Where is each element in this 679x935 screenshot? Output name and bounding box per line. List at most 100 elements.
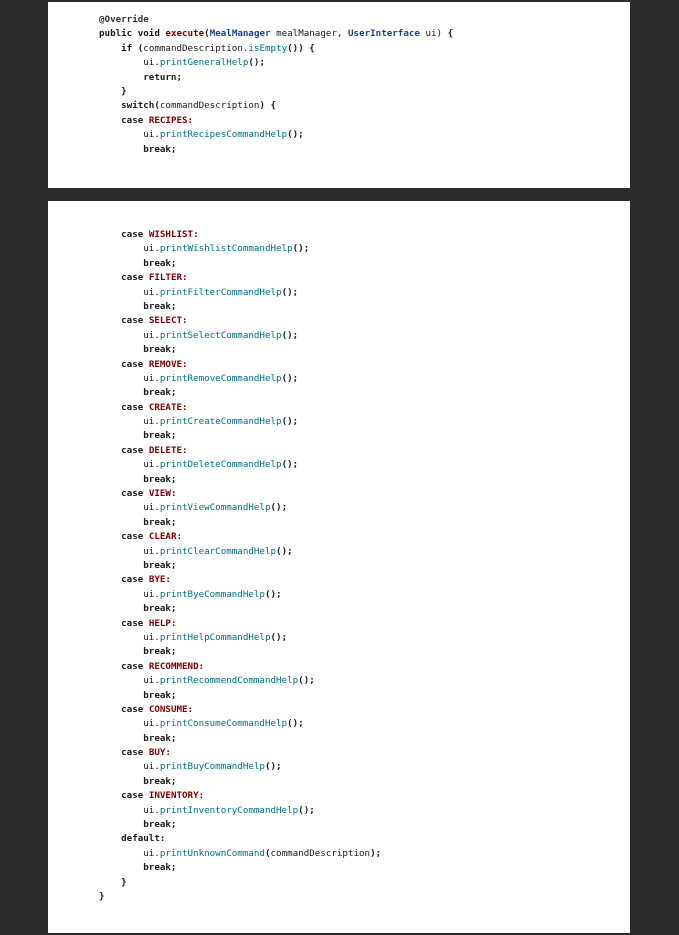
code-token: case — [121, 617, 149, 629]
code-token: case — [121, 790, 149, 802]
code-line: default: — [99, 832, 381, 846]
code-line: break; — [99, 602, 381, 616]
code-token: ui. — [99, 761, 160, 773]
code-token: break; — [143, 819, 177, 831]
code-line: if (commandDescription.isEmpty()) { — [99, 42, 453, 56]
code-block-page-2: case WISHLIST: ui.printWishlistCommandHe… — [99, 228, 381, 904]
code-token: case — [121, 358, 149, 370]
document-page-1: @Override public void execute(MealManager… — [48, 2, 630, 188]
code-token: break; — [143, 775, 177, 787]
code-line: } — [99, 890, 381, 904]
code-token: case — [121, 272, 149, 284]
code-line: case SELECT: — [99, 314, 381, 328]
code-token: ui. — [99, 631, 160, 643]
code-token: break; — [143, 473, 177, 485]
code-line: break; — [99, 732, 381, 746]
code-token: printCreateCommandHelp — [159, 416, 282, 428]
code-token: case — [121, 114, 149, 126]
code-token: BUY: — [148, 747, 171, 759]
code-token: ui. — [99, 286, 160, 298]
code-token: printHelpCommandHelp — [159, 631, 271, 643]
code-token: } — [121, 85, 127, 97]
code-token: ()) { — [287, 42, 315, 54]
code-token: case — [121, 574, 149, 586]
code-line: case RECIPES: — [99, 114, 453, 128]
code-token: case — [121, 747, 149, 759]
code-token: case — [121, 531, 149, 543]
code-token: (); — [298, 804, 315, 816]
code-token: (); — [281, 329, 299, 341]
code-token: printRemoveCommandHelp — [159, 372, 282, 384]
code-token: ui. — [99, 847, 160, 859]
code-token: (); — [281, 459, 299, 471]
code-line: case DELETE: — [99, 444, 381, 458]
code-token: printFilterCommandHelp — [159, 286, 282, 298]
code-token: break; — [143, 516, 177, 528]
code-token: ) { — [259, 100, 277, 112]
code-token: printRecommendCommandHelp — [159, 675, 299, 687]
code-line: } — [99, 876, 381, 890]
code-token: printRecipesCommandHelp — [159, 129, 288, 141]
code-token: ui. — [99, 502, 160, 514]
code-token: } — [121, 876, 127, 888]
code-token: case — [121, 660, 149, 672]
code-token: (); — [281, 416, 299, 428]
code-token: (); — [281, 286, 299, 298]
code-line: break; — [99, 343, 381, 357]
code-line: ui.printRecipesCommandHelp(); — [99, 128, 453, 142]
code-token: INVENTORY: — [148, 790, 205, 802]
code-token: CREATE: — [148, 401, 188, 413]
code-line: ui.printViewCommandHelp(); — [99, 501, 381, 515]
code-token: (); — [287, 129, 304, 141]
code-token: HELP: — [148, 617, 177, 629]
code-token: ui. — [99, 372, 160, 384]
code-token: case — [121, 703, 149, 715]
code-token: break; — [143, 344, 177, 356]
code-token: FILTER: — [148, 272, 188, 284]
code-token: break; — [143, 603, 177, 615]
code-token: ui. — [99, 804, 160, 816]
code-token: printInventoryCommandHelp — [159, 804, 299, 816]
code-token: printWishlistCommandHelp — [159, 243, 293, 255]
code-line: break; — [99, 143, 453, 157]
code-token: ui. — [99, 545, 160, 557]
code-token: case — [121, 315, 149, 327]
code-line: case CLEAR: — [99, 530, 381, 544]
code-token: ui. — [99, 675, 160, 687]
code-token: ui. — [99, 243, 160, 255]
code-token: break; — [143, 862, 177, 874]
code-token: UserInterface — [348, 28, 420, 40]
code-line: ui.printFilterCommandHelp(); — [99, 286, 381, 300]
code-token: case — [121, 401, 149, 413]
code-token: ui. — [99, 416, 160, 428]
code-token: (); — [298, 675, 315, 687]
code-token: if — [121, 42, 138, 54]
code-token: printBuyCommandHelp — [159, 761, 265, 773]
code-line: ui.printClearCommandHelp(); — [99, 545, 381, 559]
code-line: ui.printHelpCommandHelp(); — [99, 631, 381, 645]
code-token: BYE: — [148, 574, 171, 586]
code-token: (); — [292, 243, 310, 255]
code-line: case INVENTORY: — [99, 789, 381, 803]
code-line: case FILTER: — [99, 271, 381, 285]
code-line: case VIEW: — [99, 487, 381, 501]
code-line: case BUY: — [99, 746, 381, 760]
code-token: printViewCommandHelp — [159, 502, 271, 514]
code-line: break; — [99, 861, 381, 875]
code-token: commandDescription — [270, 847, 371, 859]
code-token: break; — [143, 387, 177, 399]
